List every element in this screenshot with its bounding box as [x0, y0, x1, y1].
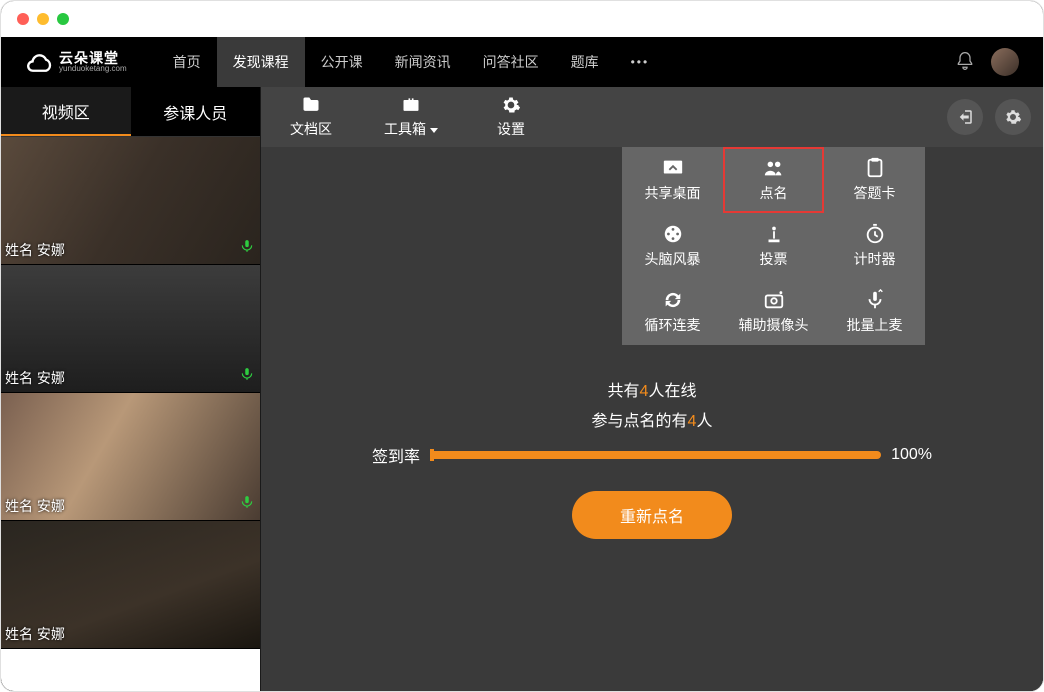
loop-mic-item[interactable]: 循环连麦	[622, 279, 723, 345]
timer-icon	[863, 223, 887, 245]
item-label: 计时器	[854, 249, 896, 269]
batch-mic-item[interactable]: 批量上麦	[824, 279, 925, 345]
answer-card-item[interactable]: 答题卡	[824, 147, 925, 213]
doc-area-button[interactable]: 文档区	[261, 87, 361, 147]
nav-question-bank[interactable]: 题库	[555, 37, 615, 87]
item-label: 头脑风暴	[645, 249, 701, 269]
side-tabs: 视频区 参课人员	[1, 87, 260, 137]
app-window: 云朵课堂 yunduoketang.com 首页 发现课程 公开课 新闻资讯 问…	[0, 0, 1044, 692]
minimize-dot[interactable]	[37, 13, 49, 25]
main-toolbar: 文档区 工具箱 设置	[261, 87, 1043, 147]
video-sidebar: 视频区 参课人员 姓名 安娜 姓名 安娜 姓名 安娜	[1, 87, 261, 691]
item-label: 共享桌面	[645, 183, 701, 203]
main-content: 视频区 参课人员 姓名 安娜 姓名 安娜 姓名 安娜	[1, 87, 1043, 691]
main-panel: 文档区 工具箱 设置	[261, 87, 1043, 691]
settings-label: 设置	[497, 119, 525, 139]
vote-icon	[762, 223, 786, 245]
film-reel-icon	[661, 223, 685, 245]
item-label: 辅助摄像头	[739, 315, 809, 335]
loop-icon	[661, 289, 685, 311]
app-body: 云朵课堂 yunduoketang.com 首页 发现课程 公开课 新闻资讯 问…	[1, 37, 1043, 691]
nav-qa[interactable]: 问答社区	[467, 37, 555, 87]
nav-discover[interactable]: 发现课程	[217, 37, 305, 87]
nav-more[interactable]	[615, 37, 666, 87]
people-icon	[762, 157, 786, 179]
signin-rate-row: 签到率 100%	[372, 443, 932, 467]
video-tile-empty	[1, 649, 260, 691]
toolbox-label: 工具箱	[384, 119, 438, 139]
video-tile[interactable]: 姓名 安娜	[1, 265, 260, 393]
toolbox-dropdown: 共享桌面 点名 答题卡 头脑风暴	[622, 147, 925, 345]
clipboard-icon	[863, 157, 887, 179]
rate-percent: 100%	[891, 446, 932, 464]
folder-icon	[300, 95, 322, 115]
item-label: 答题卡	[854, 183, 896, 203]
item-label: 循环连麦	[645, 315, 701, 335]
mic-icon	[240, 239, 254, 258]
settings-button[interactable]: 设置	[461, 87, 561, 147]
rate-label: 签到率	[372, 443, 420, 467]
aux-camera-item[interactable]: 辅助摄像头	[723, 279, 824, 345]
mic-up-icon	[863, 289, 887, 311]
maximize-dot[interactable]	[57, 13, 69, 25]
gear-icon	[1004, 108, 1022, 126]
toolbox-button[interactable]: 工具箱	[361, 87, 461, 147]
brainstorm-item[interactable]: 头脑风暴	[622, 213, 723, 279]
online-count-row: 共有4人在线	[372, 377, 932, 401]
mic-icon	[240, 367, 254, 386]
timer-item[interactable]: 计时器	[824, 213, 925, 279]
config-button[interactable]	[995, 99, 1031, 135]
nav-home[interactable]: 首页	[157, 37, 217, 87]
mac-titlebar	[1, 1, 1043, 37]
tab-video-area[interactable]: 视频区	[1, 87, 131, 136]
mic-icon	[240, 495, 254, 514]
close-dot[interactable]	[17, 13, 29, 25]
top-nav: 云朵课堂 yunduoketang.com 首页 发现课程 公开课 新闻资讯 问…	[1, 37, 1043, 87]
video-tile[interactable]: 姓名 安娜	[1, 521, 260, 649]
logo-text: 云朵课堂 yunduoketang.com	[59, 51, 127, 73]
share-screen-icon	[661, 157, 685, 179]
participant-name: 姓名 安娜	[5, 240, 65, 260]
participate-count-row: 参与点名的有4人	[372, 407, 932, 431]
video-tile[interactable]: 姓名 安娜	[1, 137, 260, 265]
item-label: 投票	[760, 249, 788, 269]
caret-down-icon	[430, 128, 438, 133]
video-list: 姓名 安娜 姓名 安娜 姓名 安娜 姓名 安娜	[1, 137, 260, 691]
doc-area-label: 文档区	[290, 119, 332, 139]
user-avatar[interactable]	[991, 48, 1019, 76]
participant-name: 姓名 安娜	[5, 496, 65, 516]
notification-bell-icon[interactable]	[955, 51, 975, 74]
re-rollcall-button[interactable]: 重新点名	[572, 491, 732, 539]
exit-button[interactable]	[947, 99, 983, 135]
camera-plus-icon	[762, 289, 786, 311]
vote-item[interactable]: 投票	[723, 213, 824, 279]
cloud-icon	[25, 48, 53, 76]
item-label: 点名	[760, 183, 788, 203]
nav-public[interactable]: 公开课	[305, 37, 379, 87]
brand-sub: yunduoketang.com	[59, 65, 127, 73]
brand-name: 云朵课堂	[59, 51, 127, 65]
briefcase-icon	[400, 95, 422, 115]
participant-name: 姓名 安娜	[5, 624, 65, 644]
progress-bar	[430, 451, 881, 459]
nav-news[interactable]: 新闻资讯	[379, 37, 467, 87]
gear-icon	[500, 95, 522, 115]
nav-links: 首页 发现课程 公开课 新闻资讯 问答社区 题库	[157, 37, 666, 87]
roll-call-item[interactable]: 点名	[723, 147, 824, 213]
exit-icon	[956, 108, 974, 126]
rollcall-panel: 共有4人在线 参与点名的有4人 签到率 100% 重新点名	[372, 377, 932, 539]
logo[interactable]: 云朵课堂 yunduoketang.com	[25, 48, 127, 76]
item-label: 批量上麦	[847, 315, 903, 335]
tab-participants[interactable]: 参课人员	[131, 87, 261, 136]
video-tile[interactable]: 姓名 安娜	[1, 393, 260, 521]
participant-name: 姓名 安娜	[5, 368, 65, 388]
share-screen-item[interactable]: 共享桌面	[622, 147, 723, 213]
